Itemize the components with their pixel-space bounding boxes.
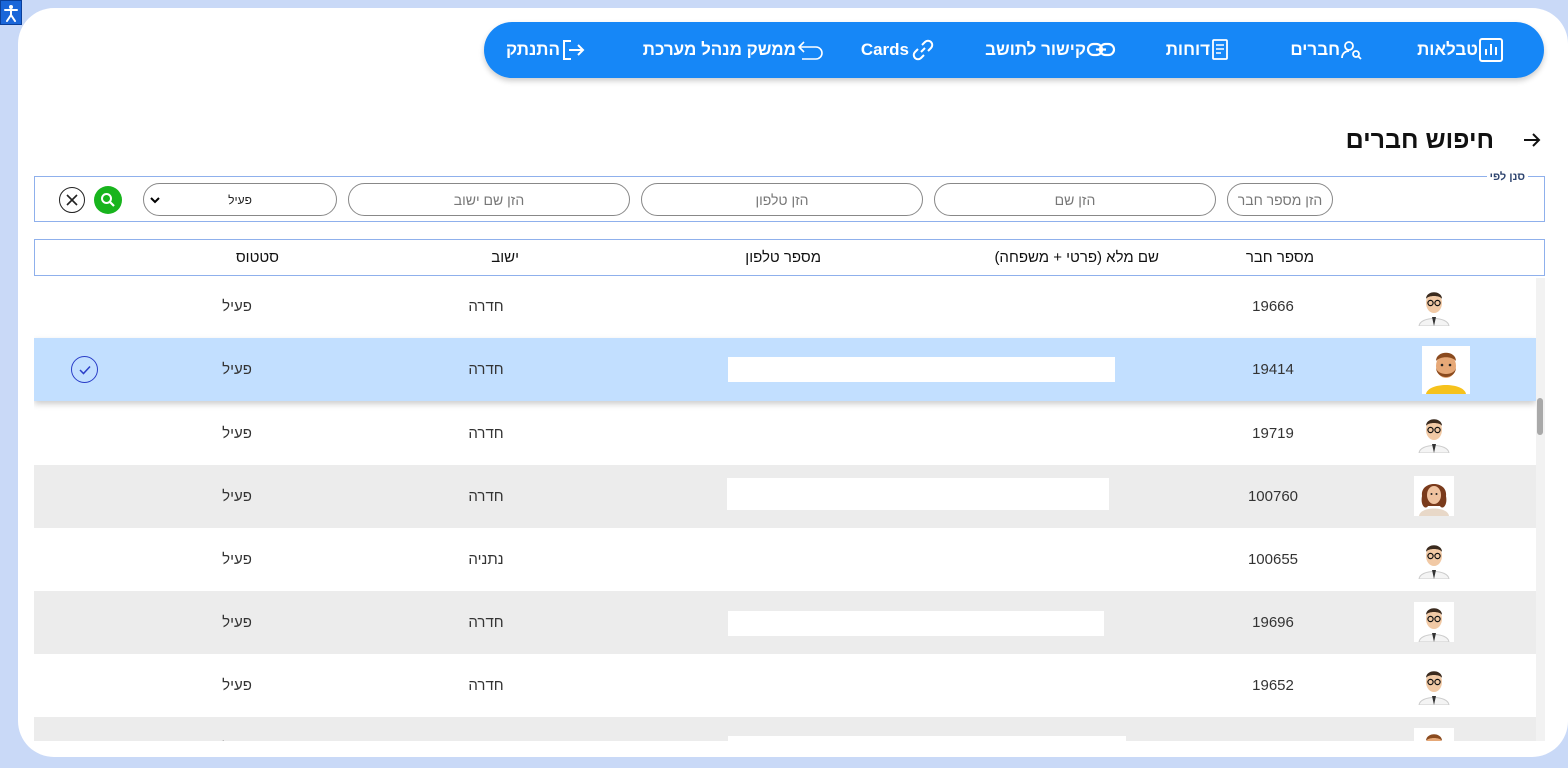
- header-status[interactable]: סטטוס: [236, 240, 279, 275]
- accessibility-icon: [4, 4, 18, 22]
- nav-item-label: דוחות: [1165, 40, 1210, 59]
- header-phone[interactable]: מספר טלפון: [745, 240, 821, 275]
- avatar: [1422, 346, 1470, 394]
- cell-settlement: חדרה: [468, 298, 504, 315]
- avatar: [1414, 602, 1454, 642]
- table-header: מספר חבר שם מלא (פרטי + משפחה) מספר טלפו…: [34, 239, 1545, 276]
- table-row-selected[interactable]: 19414 חדרה פעיל: [34, 338, 1536, 401]
- cell-member-number: 19666: [1252, 298, 1294, 315]
- user-search-icon: [1341, 41, 1362, 60]
- cell-status: פעיל: [222, 488, 252, 505]
- cell-status: פעיל: [222, 361, 252, 378]
- search-icon: [101, 193, 115, 207]
- table-row[interactable]: 19719 חדרה פעיל: [34, 402, 1536, 465]
- close-icon: [66, 194, 78, 206]
- cell-phone: [728, 357, 1115, 382]
- table-row[interactable]: 100760 חדרה פעיל: [34, 465, 1536, 528]
- name-input[interactable]: [934, 183, 1216, 216]
- nav-item-members[interactable]: חברים: [1290, 22, 1382, 78]
- logout-icon: [563, 40, 585, 60]
- nav-item-label: טבלאות: [1417, 40, 1478, 59]
- header-member-number[interactable]: מספר חבר: [1246, 240, 1314, 275]
- avatar: [1414, 728, 1454, 741]
- cell-settlement: חדרה: [468, 677, 504, 694]
- cell-settlement: חדרה: [468, 361, 504, 378]
- nav-item-label: ממשק מנהל מערכת: [642, 40, 796, 59]
- nav-item-logout[interactable]: התנתק: [506, 22, 604, 78]
- settlement-input[interactable]: [348, 183, 630, 216]
- undo-icon: [797, 41, 823, 60]
- cell-status: פעיל: [222, 614, 252, 631]
- table-scrollbar[interactable]: [1536, 278, 1545, 741]
- avatar: [1414, 665, 1454, 705]
- table-row[interactable]: 100580 פעיל: [34, 717, 1536, 741]
- cell-phone: [727, 478, 1109, 510]
- page-title: חיפוש חברים: [1345, 126, 1494, 154]
- cell-status: פעיל: [222, 298, 252, 315]
- nav-item-admin[interactable]: ממשק מנהל מערכת: [643, 22, 844, 78]
- cell-member-number: 100760: [1247, 488, 1299, 505]
- nav-item-label: קישור לתושב: [985, 40, 1086, 59]
- cell-member-number: 19414: [1252, 361, 1294, 378]
- table-body: 19666 חדרה פעיל 19414 חדרה פעיל 19719 חד…: [34, 278, 1536, 741]
- cell-member-number: 19719: [1252, 425, 1294, 442]
- avatar: [1414, 539, 1454, 579]
- nav-item-cards[interactable]: Cards: [861, 22, 959, 78]
- clear-filter-button[interactable]: [59, 187, 85, 213]
- link-icon: [1086, 42, 1116, 57]
- nav-item-label: Cards: [860, 40, 909, 59]
- nav-item-reports[interactable]: דוחות: [1166, 22, 1252, 78]
- back-arrow-icon[interactable]: [1523, 132, 1541, 148]
- cell-settlement: חדרה: [468, 425, 504, 442]
- checkmark-icon: [78, 365, 91, 375]
- top-nav: טבלאות חברים דוחות קישור לתושב Cards ממש…: [484, 22, 1544, 78]
- filter-legend: סנן לפי: [1486, 171, 1528, 183]
- table-row[interactable]: 100655 נתניה פעיל: [34, 528, 1536, 591]
- cell-status: פעיל: [222, 717, 252, 741]
- main-card: טבלאות חברים דוחות קישור לתושב Cards ממש…: [18, 8, 1568, 757]
- nav-item-resident-link[interactable]: קישור לתושב: [985, 22, 1134, 78]
- avatar: [1414, 476, 1454, 516]
- nav-item-label: חברים: [1290, 40, 1340, 59]
- cell-settlement: נתניה: [468, 551, 504, 568]
- phone-input[interactable]: [641, 183, 923, 216]
- table-row[interactable]: 19652 חדרה פעיל: [34, 654, 1536, 717]
- chart-icon: [1479, 38, 1503, 62]
- header-full-name[interactable]: שם מלא (פרטי + משפחה): [994, 240, 1159, 275]
- selected-check-button[interactable]: [71, 356, 98, 383]
- table-row[interactable]: 19666 חדרה פעיל: [34, 278, 1536, 338]
- report-icon: [1212, 39, 1228, 60]
- accessibility-button[interactable]: [0, 0, 22, 25]
- status-select-value: פעיל: [228, 192, 252, 207]
- cell-member-number: 19696: [1252, 614, 1294, 631]
- chain-link-icon: [912, 39, 934, 61]
- cell-status: פעיל: [222, 677, 252, 694]
- avatar: [1414, 413, 1454, 453]
- nav-item-tables[interactable]: טבלאות: [1417, 22, 1522, 78]
- cell-member-number: 100655: [1247, 551, 1299, 568]
- cell-settlement: חדרה: [468, 614, 504, 631]
- member-number-input[interactable]: [1227, 183, 1333, 216]
- header-settlement[interactable]: ישוב: [491, 240, 519, 275]
- cell-status: פעיל: [222, 425, 252, 442]
- cell-member-number: 19652: [1252, 677, 1294, 694]
- cell-phone: [728, 611, 1104, 636]
- scrollbar-thumb[interactable]: [1537, 398, 1543, 435]
- table-row[interactable]: 19696 חדרה פעיל: [34, 591, 1536, 654]
- nav-item-label: התנתק: [506, 40, 560, 59]
- status-select[interactable]: פעיל: [143, 183, 337, 216]
- cell-phone: [728, 736, 1126, 741]
- search-button[interactable]: [94, 186, 122, 214]
- cell-status: פעיל: [222, 551, 252, 568]
- cell-member-number: 100580: [1248, 717, 1298, 741]
- avatar: [1414, 286, 1454, 326]
- chevron-down-icon: [150, 197, 160, 204]
- cell-settlement: חדרה: [468, 488, 504, 505]
